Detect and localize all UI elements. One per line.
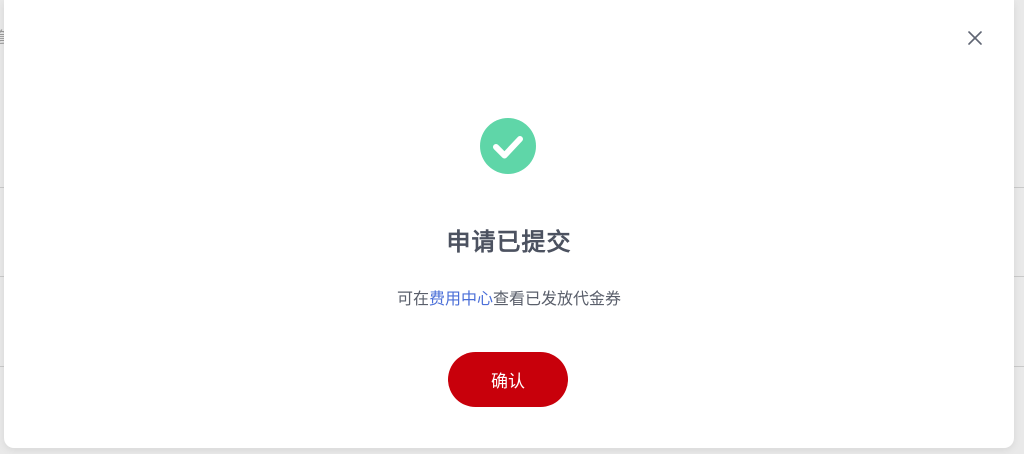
confirm-button[interactable]: 确认: [448, 352, 568, 407]
dialog-title: 申请已提交: [446, 228, 572, 256]
success-dialog: 申请已提交 可在费用中心查看已发放代金券 确认: [4, 0, 1014, 448]
close-icon: [968, 31, 982, 45]
description-suffix: 查看已发放代金券: [493, 289, 622, 308]
dialog-description: 可在费用中心查看已发放代金券: [4, 285, 1014, 309]
check-circle-icon: [480, 118, 536, 174]
close-button[interactable]: [965, 28, 985, 48]
billing-center-link[interactable]: 费用中心: [429, 289, 493, 308]
description-prefix: 可在: [396, 289, 429, 308]
